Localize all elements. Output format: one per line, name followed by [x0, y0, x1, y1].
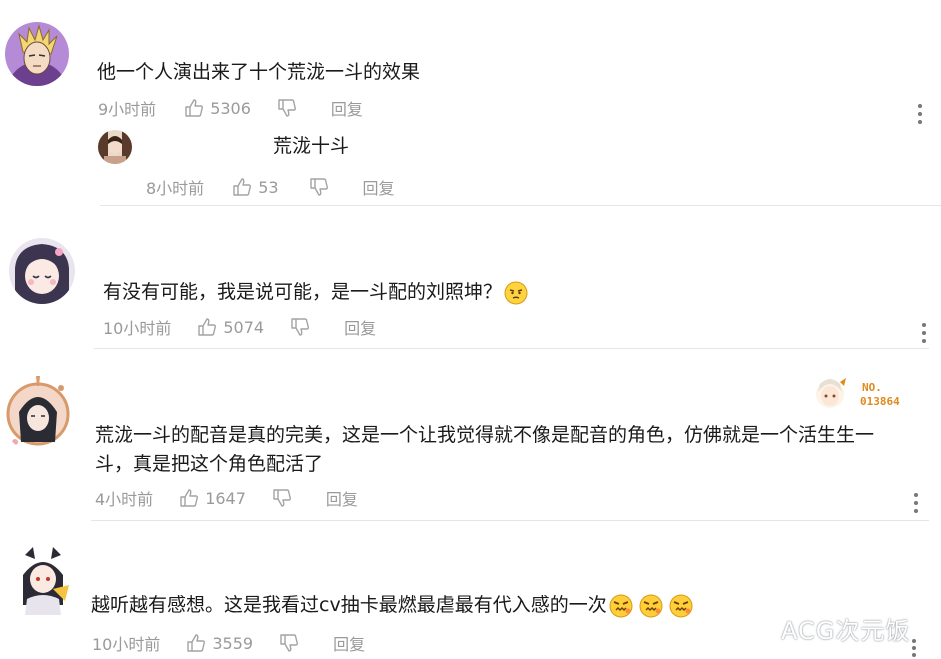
like-count: 3559: [212, 633, 254, 653]
comment-meta: 4小时前 1647 回复: [95, 486, 358, 510]
dislike-button[interactable]: [272, 488, 292, 508]
divider: [91, 520, 929, 521]
more-vertical-icon[interactable]: [911, 639, 917, 657]
divider: [94, 348, 929, 349]
reply-time: 8小时前: [146, 179, 205, 198]
thumbs-up-icon: [232, 177, 252, 197]
comment-text-content: 有没有可能，我是说可能，是一斗配的刘照坤？: [103, 281, 503, 303]
badge-character-icon: [816, 378, 846, 408]
more-vertical-icon[interactable]: [913, 493, 919, 513]
like-button[interactable]: 3559: [186, 633, 253, 653]
comment-time: 10小时前: [92, 635, 161, 654]
like-button[interactable]: 5074: [197, 317, 264, 337]
like-count: 5306: [210, 98, 251, 118]
thumbs-up-icon: [186, 633, 206, 653]
reply-button[interactable]: 回复: [344, 315, 376, 339]
badge-number-value: 013864: [860, 395, 900, 408]
like-count: 5074: [223, 317, 265, 337]
comment-time: 4小时前: [95, 490, 154, 509]
comment-text: 有没有可能，我是说可能，是一斗配的刘照坤？: [103, 277, 528, 307]
avatar[interactable]: [3, 372, 73, 452]
thumbs-down-icon: [272, 488, 292, 508]
reply-button[interactable]: 回复: [333, 631, 365, 655]
reply-button[interactable]: 回复: [363, 175, 395, 199]
reply-meta: 8小时前 53 回复: [146, 175, 395, 199]
thumbs-down-icon: [279, 633, 299, 653]
badge-number-label: NO.: [862, 381, 882, 394]
more-vertical-icon[interactable]: [917, 104, 923, 124]
reply-avatar[interactable]: [98, 130, 132, 164]
thumbs-down-icon: [277, 98, 297, 118]
comment-text-line-2: 斗，真是把这个角色配活了: [95, 453, 324, 475]
dislike-button[interactable]: [290, 317, 310, 337]
watermark: ACG次元饭: [781, 617, 911, 645]
reply-button[interactable]: 回复: [326, 486, 358, 510]
angry-emoji-icon: [639, 594, 663, 618]
comment-text: 他一个人演出来了十个荒泷一斗的效果: [97, 61, 421, 83]
avatar[interactable]: [13, 545, 73, 615]
comment-time: 9小时前: [98, 100, 157, 119]
comment-meta: 9小时前 5306 回复: [98, 96, 363, 120]
user-badge: NO. 013864: [810, 374, 920, 412]
thumbs-up-icon: [184, 98, 204, 118]
more-vertical-icon[interactable]: [921, 323, 927, 343]
avatar[interactable]: [5, 22, 69, 86]
thumbs-down-icon: [309, 177, 329, 197]
like-button[interactable]: 1647: [179, 488, 246, 508]
divider: [100, 205, 941, 206]
avatar[interactable]: [9, 238, 75, 304]
like-count: 1647: [205, 488, 246, 508]
dislike-button[interactable]: [309, 177, 329, 197]
like-button[interactable]: 53: [232, 177, 279, 197]
squint-emoji-icon: [504, 281, 528, 305]
reply-text: 荒泷十斗: [273, 135, 350, 157]
comment-text-content: 越听越有感想。这是我看过cv抽卡最燃最虐最有代入感的一次: [91, 594, 607, 616]
comment-meta: 10小时前 3559 回复: [92, 631, 365, 655]
comment-text: 越听越有感想。这是我看过cv抽卡最燃最虐最有代入感的一次: [91, 590, 693, 620]
reply-button[interactable]: 回复: [331, 96, 363, 120]
dislike-button[interactable]: [277, 98, 297, 118]
angry-emoji-icon: [669, 594, 693, 618]
comment-text-line-1: 荒泷一斗的配音是真的完美，这是一个让我觉得就不像是配音的角色，仿佛就是一个活生生…: [95, 424, 875, 446]
thumbs-down-icon: [290, 317, 310, 337]
comment-meta: 10小时前 5074 回复: [103, 315, 376, 339]
angry-emoji-icon: [609, 594, 633, 618]
like-count: 53: [258, 177, 279, 197]
like-button[interactable]: 5306: [184, 98, 251, 118]
thumbs-up-icon: [197, 317, 217, 337]
comment-time: 10小时前: [103, 319, 172, 338]
thumbs-up-icon: [179, 488, 199, 508]
dislike-button[interactable]: [279, 633, 299, 653]
